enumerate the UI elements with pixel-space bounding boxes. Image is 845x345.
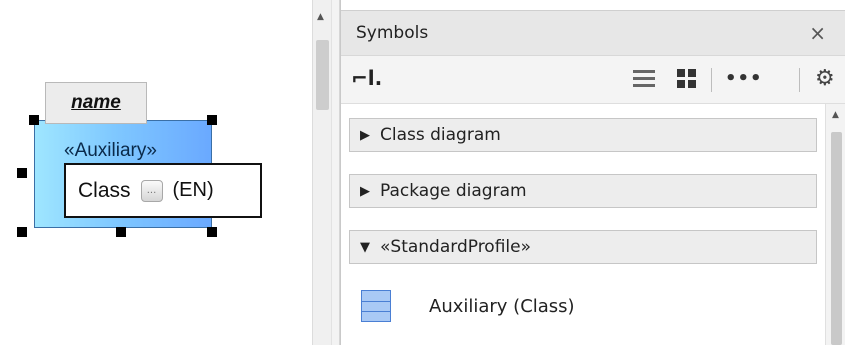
more-options-icon[interactable]: •••	[725, 68, 763, 89]
toolbar-separator	[799, 68, 800, 92]
resize-handle-top-left[interactable]	[29, 115, 39, 125]
group-label: Class diagram	[380, 125, 501, 145]
symbols-panel: Symbols × ⌐l. ••• ⚙ ▶ Class diagram ▶ Pa…	[340, 0, 845, 345]
panel-header: Symbols ×	[341, 10, 845, 56]
editor-ellipsis-button[interactable]: ...	[140, 179, 163, 202]
resize-handle-bottom-middle[interactable]	[116, 227, 126, 237]
scroll-up-arrow-icon[interactable]: ▲	[317, 12, 324, 22]
canvas-vertical-scrollbar[interactable]: ▲	[312, 0, 331, 345]
symbol-item-auxiliary-class[interactable]: Auxiliary (Class)	[361, 290, 575, 322]
resize-handle-top-right[interactable]	[207, 115, 217, 125]
grid-view-icon[interactable]	[677, 69, 697, 89]
class-symbol-icon	[361, 290, 391, 322]
panel-toolbar: ⌐l. ••• ⚙	[341, 56, 845, 104]
collapse-arrow-icon[interactable]: ▼	[350, 240, 380, 255]
close-icon[interactable]: ×	[809, 21, 826, 45]
editor-language-label: (EN)	[172, 179, 214, 201]
gear-icon[interactable]: ⚙	[815, 66, 835, 91]
inline-text-editor[interactable]: Class ... (EN)	[64, 163, 262, 218]
expand-arrow-icon[interactable]: ▶	[350, 128, 380, 143]
group-standard-profile[interactable]: ▼ «StandardProfile»	[349, 230, 817, 264]
pin-icon[interactable]: ⌐l.	[351, 66, 382, 90]
ellipsis-icon: ...	[146, 185, 157, 196]
resize-handle-bottom-right[interactable]	[207, 227, 217, 237]
editor-input-text[interactable]: Class	[78, 179, 131, 203]
panel-vertical-scrollbar[interactable]: ▲	[825, 104, 845, 345]
toolbar-separator	[711, 68, 712, 92]
diagram-canvas[interactable]: name «Auxiliary» Class ... (EN)	[0, 0, 312, 345]
scrollbar-thumb[interactable]	[316, 40, 329, 110]
scrollbar-thumb[interactable]	[831, 132, 842, 345]
class-name-label: name	[71, 92, 121, 113]
group-label: Package diagram	[380, 181, 527, 201]
symbol-list: ▶ Class diagram ▶ Package diagram ▼ «Sta…	[341, 104, 845, 345]
symbol-item-label: Auxiliary (Class)	[429, 295, 575, 317]
pane-splitter[interactable]	[331, 0, 340, 345]
group-label: «StandardProfile»	[380, 237, 531, 257]
scroll-up-arrow-icon[interactable]: ▲	[832, 110, 839, 120]
group-class-diagram[interactable]: ▶ Class diagram	[349, 118, 817, 152]
class-name-tab[interactable]: name	[45, 82, 147, 124]
expand-arrow-icon[interactable]: ▶	[350, 184, 380, 199]
stereotype-label: «Auxiliary»	[64, 140, 157, 161]
panel-title: Symbols	[356, 23, 429, 43]
list-view-icon[interactable]	[633, 70, 655, 88]
group-package-diagram[interactable]: ▶ Package diagram	[349, 174, 817, 208]
resize-handle-middle-left[interactable]	[17, 168, 27, 178]
resize-handle-bottom-left[interactable]	[17, 227, 27, 237]
